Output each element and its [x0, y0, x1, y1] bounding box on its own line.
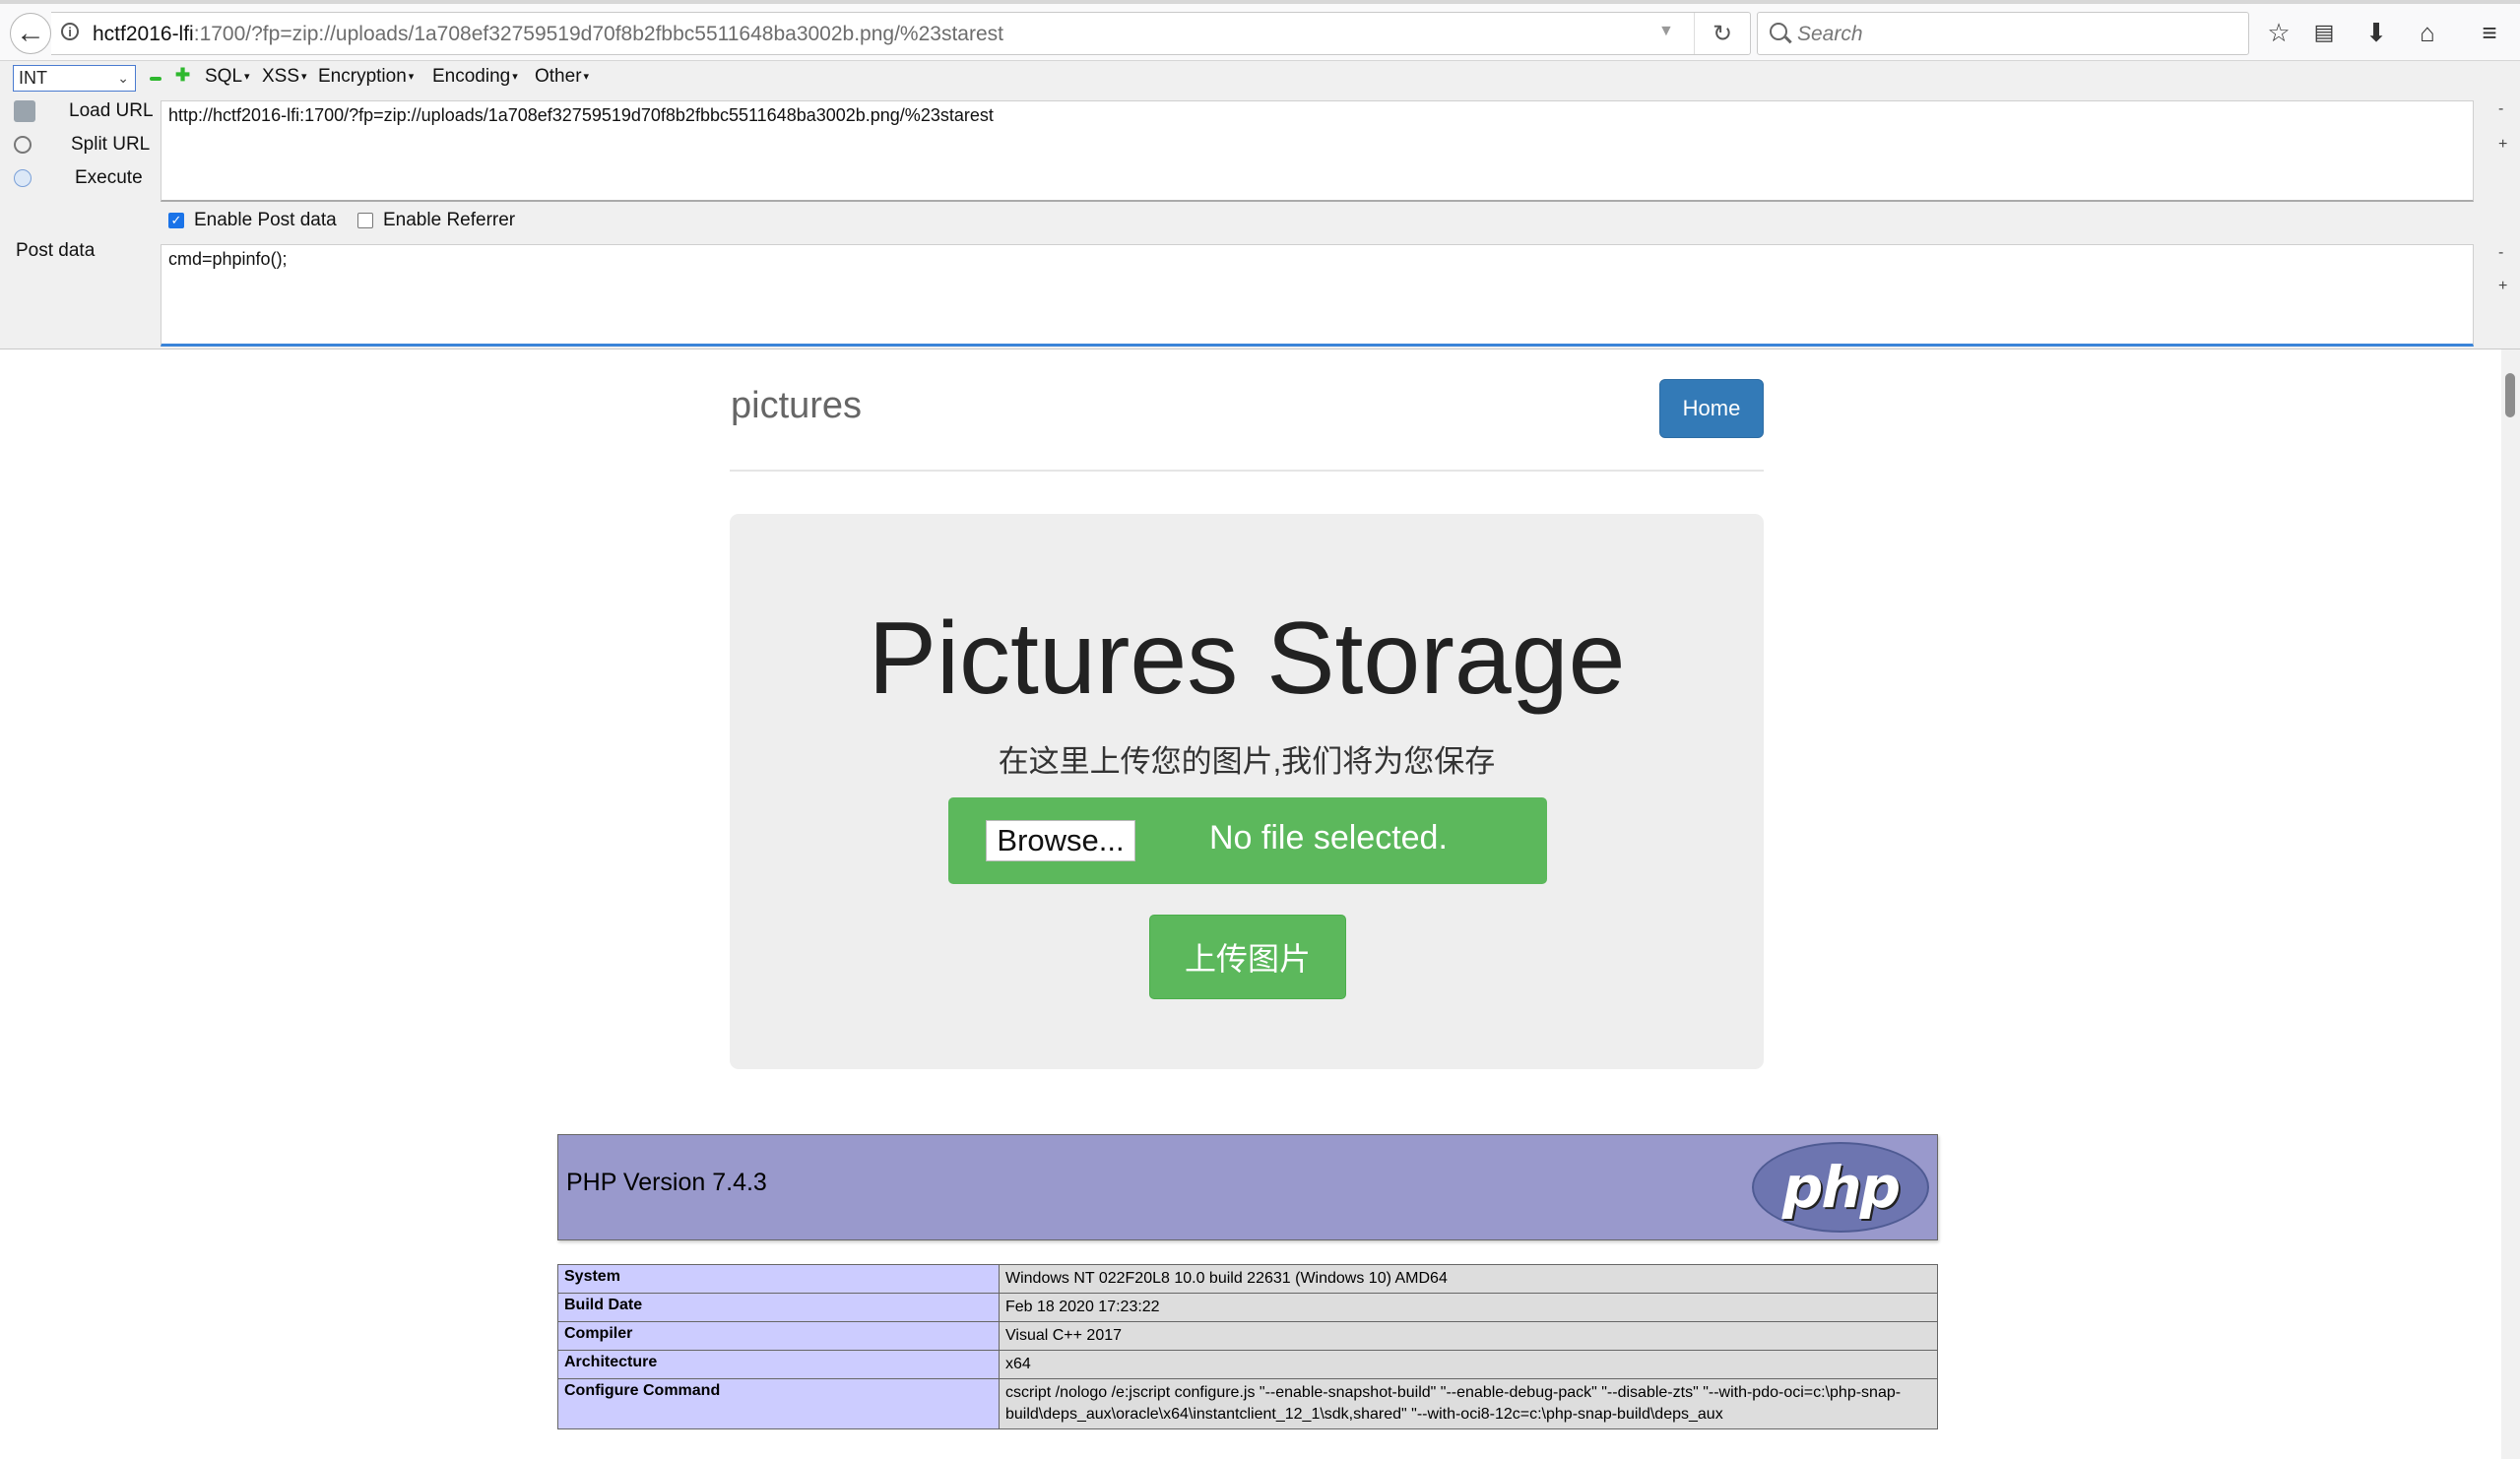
no-file-selected-text: No file selected. — [1209, 819, 1448, 856]
php-version-title: PHP Version 7.4.3 — [566, 1169, 767, 1196]
phpinfo-key: Architecture — [557, 1350, 1000, 1379]
url-history-dropdown-icon[interactable]: ▼ — [1658, 23, 1674, 40]
jumbotron-subtitle: 在这里上传您的图片,我们将为您保存 — [998, 744, 1496, 779]
checkbox-unchecked-icon[interactable] — [357, 213, 373, 228]
caret-icon: ▾ — [301, 71, 307, 84]
phpinfo-value: x64 — [999, 1350, 1938, 1379]
caret-icon: ▾ — [583, 71, 590, 84]
phpinfo-value: Feb 18 2020 17:23:22 — [999, 1293, 1938, 1322]
reading-list-icon[interactable]: ▤ — [2309, 18, 2339, 47]
phpinfo-key: System — [557, 1264, 1000, 1294]
caret-icon: ▾ — [244, 71, 250, 84]
enable-post-data-toggle[interactable]: ✓ Enable Post data — [168, 210, 337, 231]
caret-icon: ▾ — [512, 71, 518, 84]
chevron-down-icon: ⌄ — [117, 70, 129, 86]
grow-url-box-icon[interactable]: + — [2498, 136, 2507, 154]
page-scrollbar[interactable] — [2501, 349, 2520, 1459]
hackbar-url-textarea[interactable]: http://hctf2016-lfi:1700/?fp=zip://uploa… — [161, 100, 2474, 202]
phpinfo-value: Windows NT 022F20L8 10.0 build 22631 (Wi… — [999, 1264, 1938, 1294]
browse-button[interactable]: Browse... — [986, 820, 1135, 861]
enable-referrer-label: Enable Referrer — [383, 210, 516, 230]
file-input[interactable]: Browse... No file selected. — [948, 797, 1547, 884]
menu-sql[interactable]: SQL ▾ — [205, 66, 250, 88]
checkbox-checked-icon[interactable]: ✓ — [168, 213, 184, 228]
menu-xss-label: XSS — [262, 66, 300, 87]
enable-referrer-toggle[interactable]: Enable Referrer — [357, 210, 515, 231]
phpinfo-value: Visual C++ 2017 — [999, 1321, 1938, 1351]
upload-jumbotron: Pictures Storage 在这里上传您的图片,我们将为您保存 Brows… — [730, 514, 1764, 1069]
scrollbar-thumb[interactable] — [2505, 373, 2515, 417]
menu-xss[interactable]: XSS ▾ — [262, 66, 307, 88]
split-url-label: Split URL — [71, 134, 151, 155]
execute-button[interactable]: Execute — [14, 167, 143, 189]
table-row: System Windows NT 022F20L8 10.0 build 22… — [557, 1264, 1938, 1294]
shrink-post-box-icon[interactable]: - — [2498, 244, 2503, 262]
load-url-icon — [14, 100, 35, 122]
table-row: Build Date Feb 18 2020 17:23:22 — [557, 1293, 1938, 1322]
menu-other[interactable]: Other ▾ — [535, 66, 589, 88]
scissors-icon — [14, 136, 32, 154]
menu-encoding-label: Encoding — [432, 66, 511, 87]
decrease-icon[interactable] — [150, 77, 162, 81]
phpinfo-header: PHP Version 7.4.3 php — [557, 1134, 1938, 1240]
table-row: Configure Command cscript /nologo /e:jsc… — [557, 1378, 1938, 1429]
phpinfo-key: Compiler — [557, 1321, 1000, 1351]
address-bar-url[interactable]: hctf2016-lfi:1700/?fp=zip://uploads/1a70… — [93, 23, 1003, 46]
type-select-value: INT — [19, 68, 47, 88]
page-viewport: pictures Home Pictures Storage 在这里上传您的图片… — [0, 349, 2497, 1459]
table-row: Architecture x64 — [557, 1350, 1938, 1379]
load-url-button[interactable]: Load URL — [14, 100, 154, 122]
url-host: hctf2016-lfi — [93, 23, 194, 45]
execute-label: Execute — [75, 167, 143, 188]
search-bar[interactable]: Search — [1757, 12, 2249, 55]
home-button[interactable]: Home — [1659, 379, 1764, 438]
menu-other-label: Other — [535, 66, 582, 87]
phpinfo-key: Configure Command — [557, 1378, 1000, 1429]
split-url-button[interactable]: Split URL — [14, 134, 150, 156]
phpinfo-value: cscript /nologo /e:jscript configure.js … — [999, 1378, 1938, 1429]
download-icon[interactable]: ⬇ — [2361, 18, 2391, 47]
menu-encryption-label: Encryption — [318, 66, 407, 87]
shrink-url-box-icon[interactable]: - — [2498, 100, 2503, 118]
url-path: :1700/?fp=zip://uploads/1a708ef32759519d… — [193, 23, 1003, 45]
site-header: pictures Home — [730, 349, 1764, 472]
load-url-label: Load URL — [69, 100, 154, 121]
post-data-textarea[interactable]: cmd=phpinfo(); — [161, 244, 2474, 347]
menu-encryption[interactable]: Encryption ▾ — [318, 66, 414, 88]
upload-image-button[interactable]: 上传图片 — [1149, 915, 1346, 999]
hackbar-panel: INT ⌄ ✚ SQL ▾ XSS ▾ Encryption ▾ Encoding ▾ … — [0, 61, 2520, 349]
site-title: pictures — [731, 385, 863, 426]
site-info-icon[interactable]: i — [61, 23, 79, 40]
php-logo: php — [1752, 1142, 1929, 1233]
phpinfo-key: Build Date — [557, 1293, 1000, 1322]
post-data-label: Post data — [16, 240, 96, 261]
enable-post-data-label: Enable Post data — [194, 210, 337, 230]
grow-post-box-icon[interactable]: + — [2498, 278, 2507, 295]
table-row: Compiler Visual C++ 2017 — [557, 1321, 1938, 1351]
menu-encoding[interactable]: Encoding ▾ — [432, 66, 518, 88]
menu-sql-label: SQL — [205, 66, 243, 87]
home-icon[interactable]: ⌂ — [2413, 18, 2442, 47]
menu-icon[interactable]: ≡ — [2475, 18, 2504, 47]
browser-toolbar: ← i hctf2016-lfi:1700/?fp=zip://uploads/… — [0, 4, 2520, 61]
search-placeholder: Search — [1797, 23, 1863, 45]
increase-icon[interactable]: ✚ — [175, 65, 190, 86]
phpinfo-table: System Windows NT 022F20L8 10.0 build 22… — [557, 1264, 1938, 1429]
back-arrow-icon[interactable]: ← — [10, 13, 51, 54]
bookmark-star-icon[interactable]: ☆ — [2264, 18, 2294, 47]
jumbotron-title: Pictures Storage — [868, 602, 1626, 716]
address-bar[interactable]: i hctf2016-lfi:1700/?fp=zip://uploads/1a… — [51, 12, 1751, 55]
search-icon — [1770, 23, 1787, 40]
type-select[interactable]: INT ⌄ — [13, 65, 136, 92]
reload-icon[interactable]: ↻ — [1694, 13, 1750, 54]
caret-icon: ▾ — [408, 71, 415, 84]
play-icon — [14, 169, 32, 187]
